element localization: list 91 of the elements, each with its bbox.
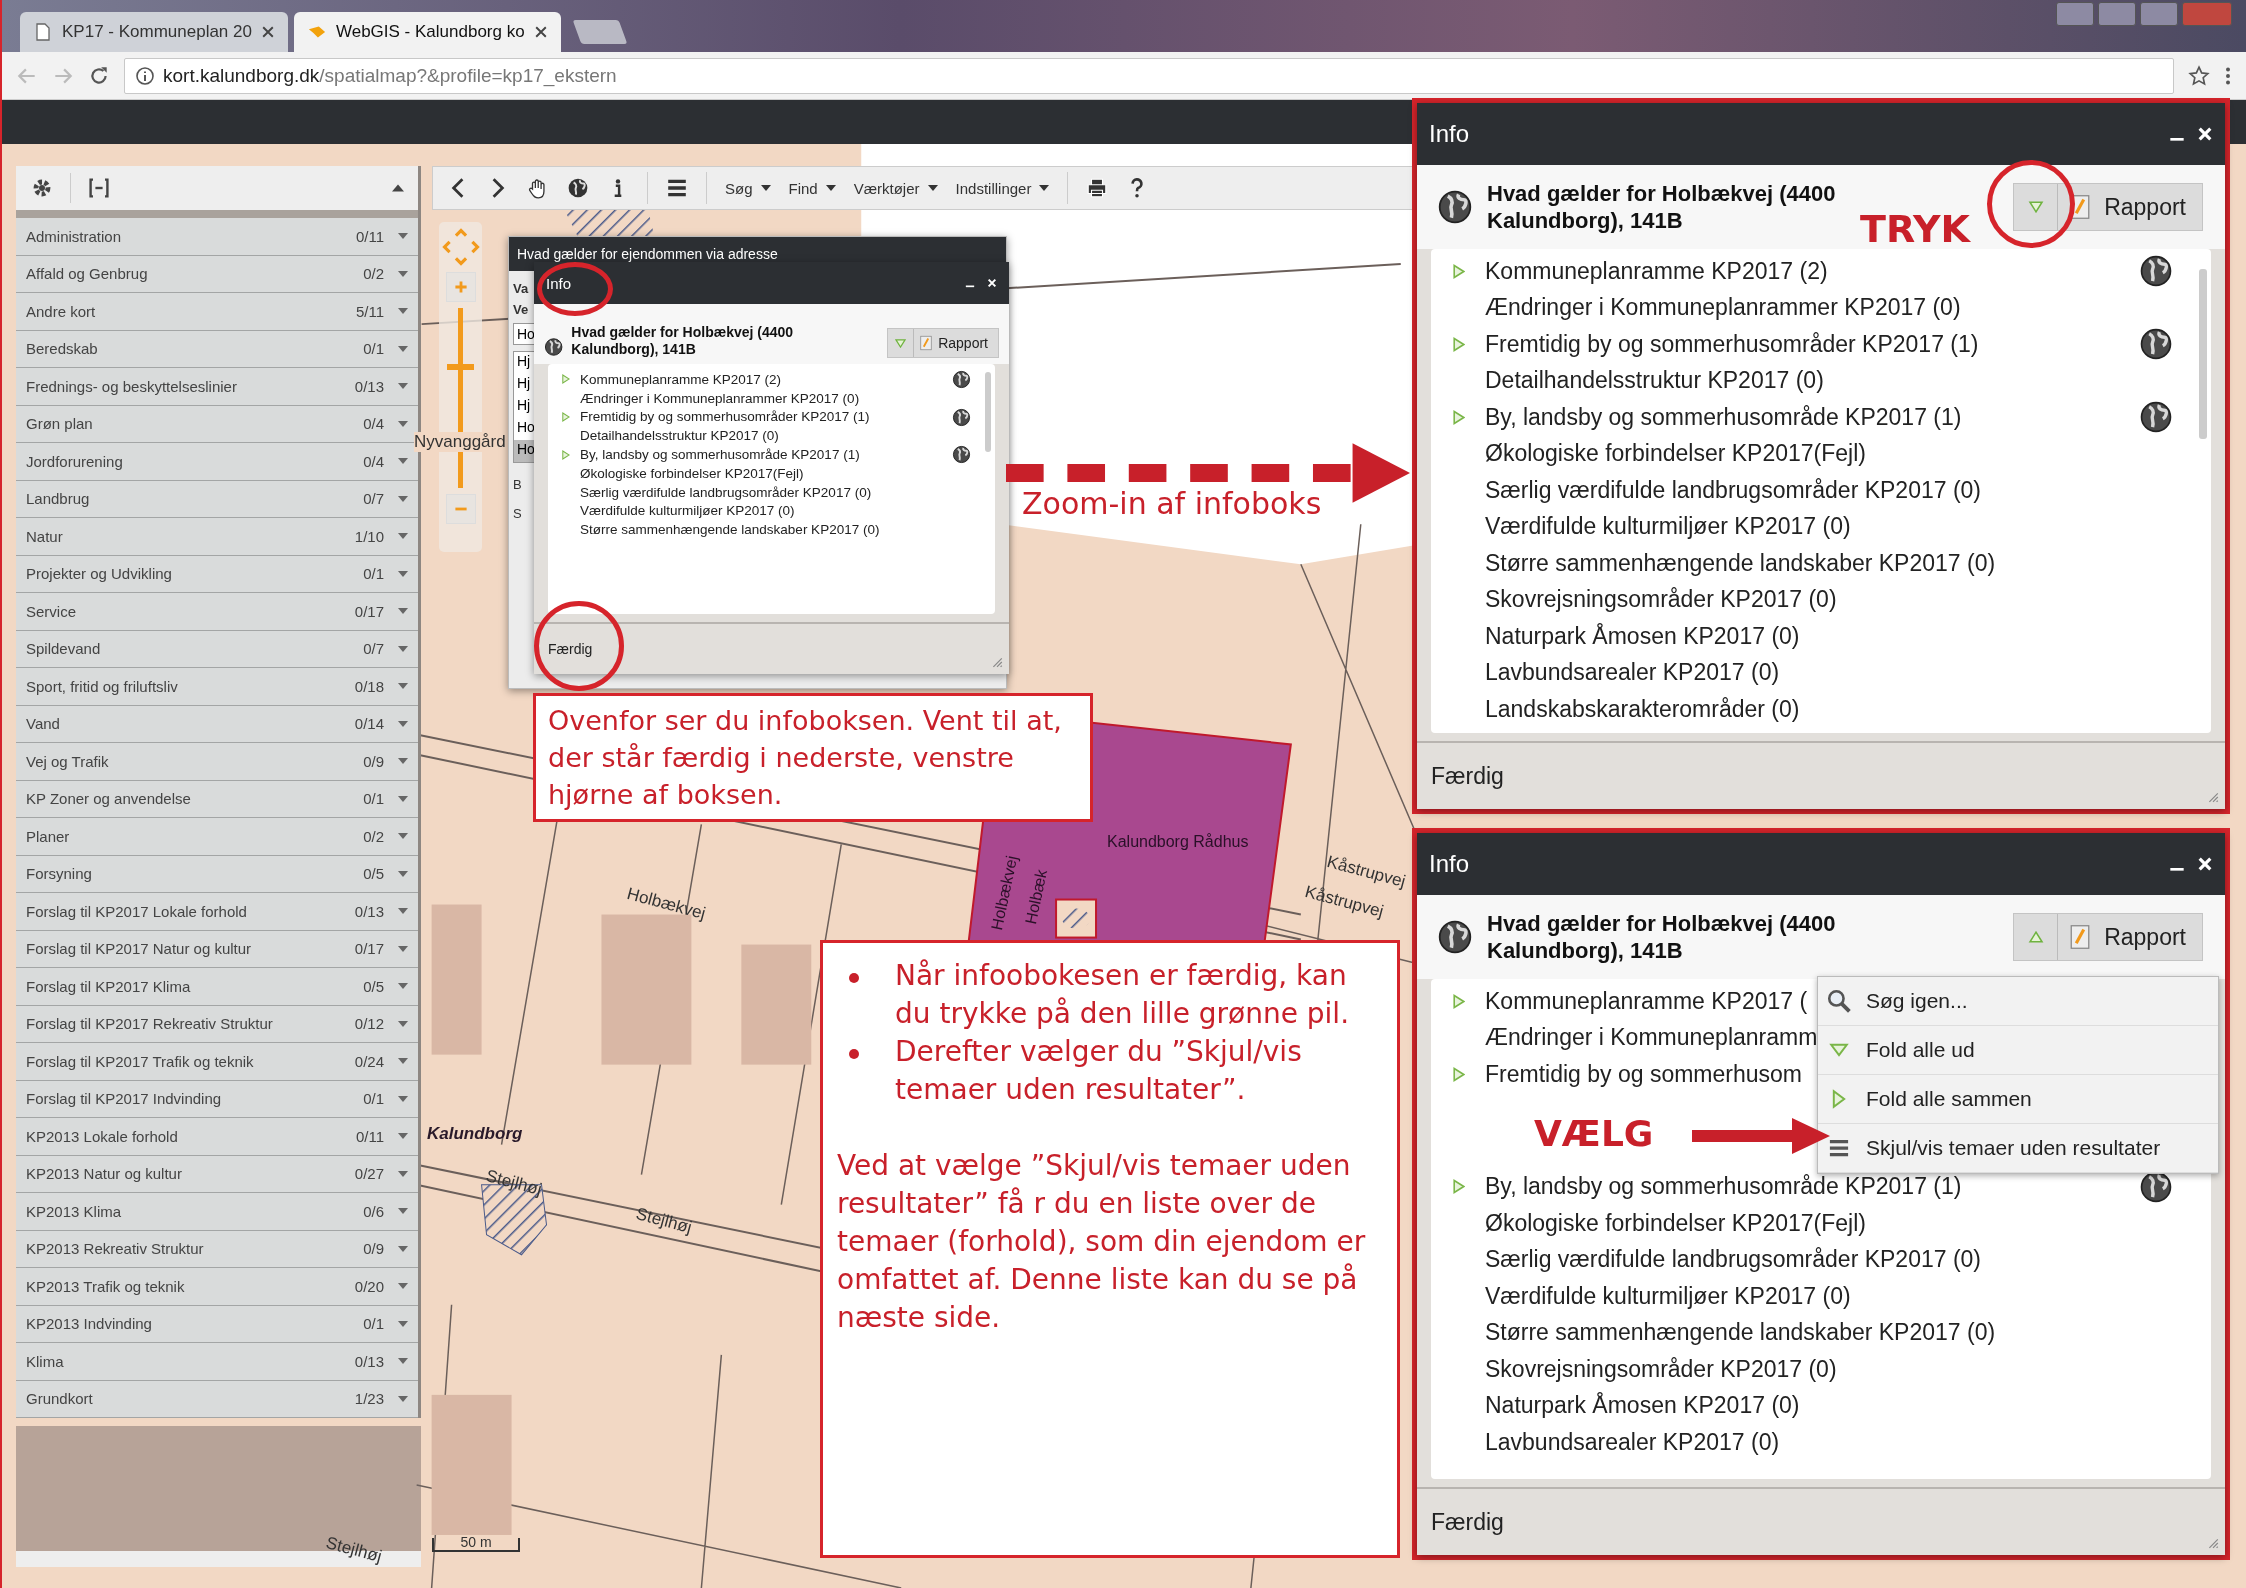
- map-label: Nyvanggård: [414, 432, 506, 452]
- layer-group-name: Vand: [26, 715, 61, 733]
- layer-count: 0/7: [362, 640, 384, 658]
- layer-group-name: Forslag til KP2017 Klima: [26, 977, 192, 995]
- layer-group-name: KP Zoner og anvendelse: [26, 790, 192, 808]
- layer-count: 0/11: [354, 1127, 384, 1145]
- layer-count: 0/1: [362, 565, 384, 583]
- dialog-title: Info: [1429, 850, 1471, 878]
- layer-group-name: Andre kort: [26, 302, 97, 320]
- layer-count: 1/23: [353, 1390, 384, 1408]
- layer-count: 0/20: [353, 1277, 384, 1295]
- layer-count: 5/11: [354, 302, 384, 320]
- layer-group-name: Spildevand: [26, 640, 102, 658]
- layer-group-name: KP2013 Lokale forhold: [26, 1127, 179, 1145]
- layer-group-name: KP2013 Trafik og teknik: [26, 1277, 186, 1295]
- note-text: Derefter vælger du ”Skjul/vis temaer uden resultater”.: [895, 1034, 1303, 1108]
- layer-group-name: Forslag til KP2017 Trafik og teknik: [26, 1052, 255, 1070]
- dialog-title: Info: [546, 274, 573, 292]
- dialog-heading: Hvad gælder for Holbækvej (4400 Kalundborg), 141B: [571, 324, 795, 358]
- field-label: B: [513, 477, 522, 492]
- note-text: Ovenfor ser du infoboksen. Vent til at, der står færdig i nederste, venstre hjørne af boksen.: [548, 704, 1063, 812]
- dialog-heading: Hvad gælder for Holbækvej (4400 Kalundborg), 141B: [1487, 180, 1837, 234]
- layer-count: 0/2: [362, 265, 384, 283]
- layer-count: 0/4: [362, 415, 384, 433]
- layer-count: 0/1: [362, 1090, 384, 1108]
- layer-group-name: KP2013 Rekreativ Struktur: [26, 1240, 205, 1258]
- layer-count: 0/14: [353, 715, 384, 733]
- dialog-heading: Hvad gælder for Holbækvej (4400 Kalundborg), 141B: [1487, 910, 1837, 964]
- layer-group-name: KP2013 Klima: [26, 1202, 123, 1220]
- layer-group-name: Grundkort: [26, 1390, 94, 1408]
- field-label: S: [513, 506, 522, 521]
- layer-group-name: Forslag til KP2017 Rekreativ Struktur: [26, 1015, 274, 1033]
- layer-group-name: Administration: [26, 227, 123, 245]
- scale-label: 50 m: [460, 1535, 492, 1549]
- layer-count: 0/9: [362, 1240, 384, 1258]
- layer-group-name: Forslag til KP2017 Natur og kultur: [26, 940, 253, 958]
- map-label: Stejlhøj: [633, 1204, 694, 1238]
- layer-count: 1/10: [353, 527, 384, 545]
- dialog-title: Info: [1429, 120, 1471, 148]
- layer-count: 0/11: [354, 227, 384, 245]
- layer-count: 0/13: [353, 1352, 384, 1370]
- layer-count: 0/1: [362, 340, 384, 358]
- tab-title: WebGIS - Kalundborg ko: [335, 22, 525, 42]
- layer-count: 0/5: [362, 977, 384, 995]
- layer-group-name: Sport, fritid og friluftsliv: [26, 677, 179, 695]
- layer-count: 0/4: [362, 452, 384, 470]
- layer-group-name: Natur: [26, 527, 64, 545]
- field-label: Ve: [513, 302, 529, 317]
- layer-count: 0/1: [362, 1315, 384, 1333]
- layer-group-name: Forslag til KP2017 Lokale forhold: [26, 902, 248, 920]
- layer-count: 0/6: [362, 1202, 384, 1220]
- layer-group-name: Vej og Trafik: [26, 752, 110, 770]
- layer-group-name: Landbrug: [26, 490, 91, 508]
- layer-group-name: Service: [26, 602, 78, 620]
- note-text: Ved at vælge ”Skjul/vis temaer uden resultater” få r du en liste over de temaer (forhold), som din ejendom er omfattet af. Denne liste kan du se på næste side.: [837, 1148, 1367, 1336]
- map-label: Holbæk: [1022, 868, 1052, 926]
- layer-count: 0/5: [362, 865, 384, 883]
- annotation-label: Zoom-in af infoboks: [1022, 486, 1322, 521]
- map-label: Stejlhøj: [323, 1533, 384, 1567]
- layer-group-name: KP2013 Natur og kultur: [26, 1165, 183, 1183]
- layer-group-name: Affald og Genbrug: [26, 265, 149, 283]
- layer-count: 0/7: [362, 490, 384, 508]
- layer-group-name: Forsyning: [26, 865, 93, 883]
- note-text: Når infoobokesen er færdig, kan du trykke på den lille grønne pil.: [895, 958, 1351, 1032]
- layer-group-name: Grøn plan: [26, 415, 94, 433]
- layer-group-name: Forslag til KP2017 Indvinding: [26, 1090, 223, 1108]
- layer-group-name: Planer: [26, 827, 71, 845]
- layer-group-name: Projekter og Udvikling: [26, 565, 173, 583]
- layer-count: 0/13: [353, 377, 384, 395]
- layer-group-name: Jordforurening: [26, 452, 124, 470]
- layer-count: 0/27: [353, 1165, 384, 1183]
- layer-group-name: Frednings- og beskyttelseslinier: [26, 377, 238, 395]
- layer-count: 0/1: [362, 790, 384, 808]
- layer-count: 0/24: [353, 1052, 384, 1070]
- url-text: kort.kalundborg.dk/spatialmap?&profile=kp17_ekstern: [163, 64, 617, 87]
- layer-count: 0/2: [362, 827, 384, 845]
- map-label: Kalundborg Rådhus: [1107, 833, 1249, 851]
- tab-title: KP17 - Kommuneplan 20: [62, 22, 252, 42]
- dialog-title: Hvad gælder for ejendommen via adresse: [517, 246, 778, 262]
- layer-group-name: KP2013 Indvinding: [26, 1315, 153, 1333]
- layer-group-name: Klima: [26, 1352, 65, 1370]
- map-label: Stejlhøj: [483, 1166, 544, 1200]
- field-label: Va: [513, 281, 529, 296]
- layer-count: 0/18: [353, 677, 384, 695]
- layer-group-name: Beredskab: [26, 340, 99, 358]
- layer-count: 0/13: [353, 902, 384, 920]
- layer-count: 0/9: [362, 752, 384, 770]
- layer-count: 0/17: [353, 940, 384, 958]
- map-label: Kalundborg: [427, 1124, 523, 1144]
- layer-count: 0/12: [353, 1015, 384, 1033]
- layer-count: 0/17: [353, 602, 384, 620]
